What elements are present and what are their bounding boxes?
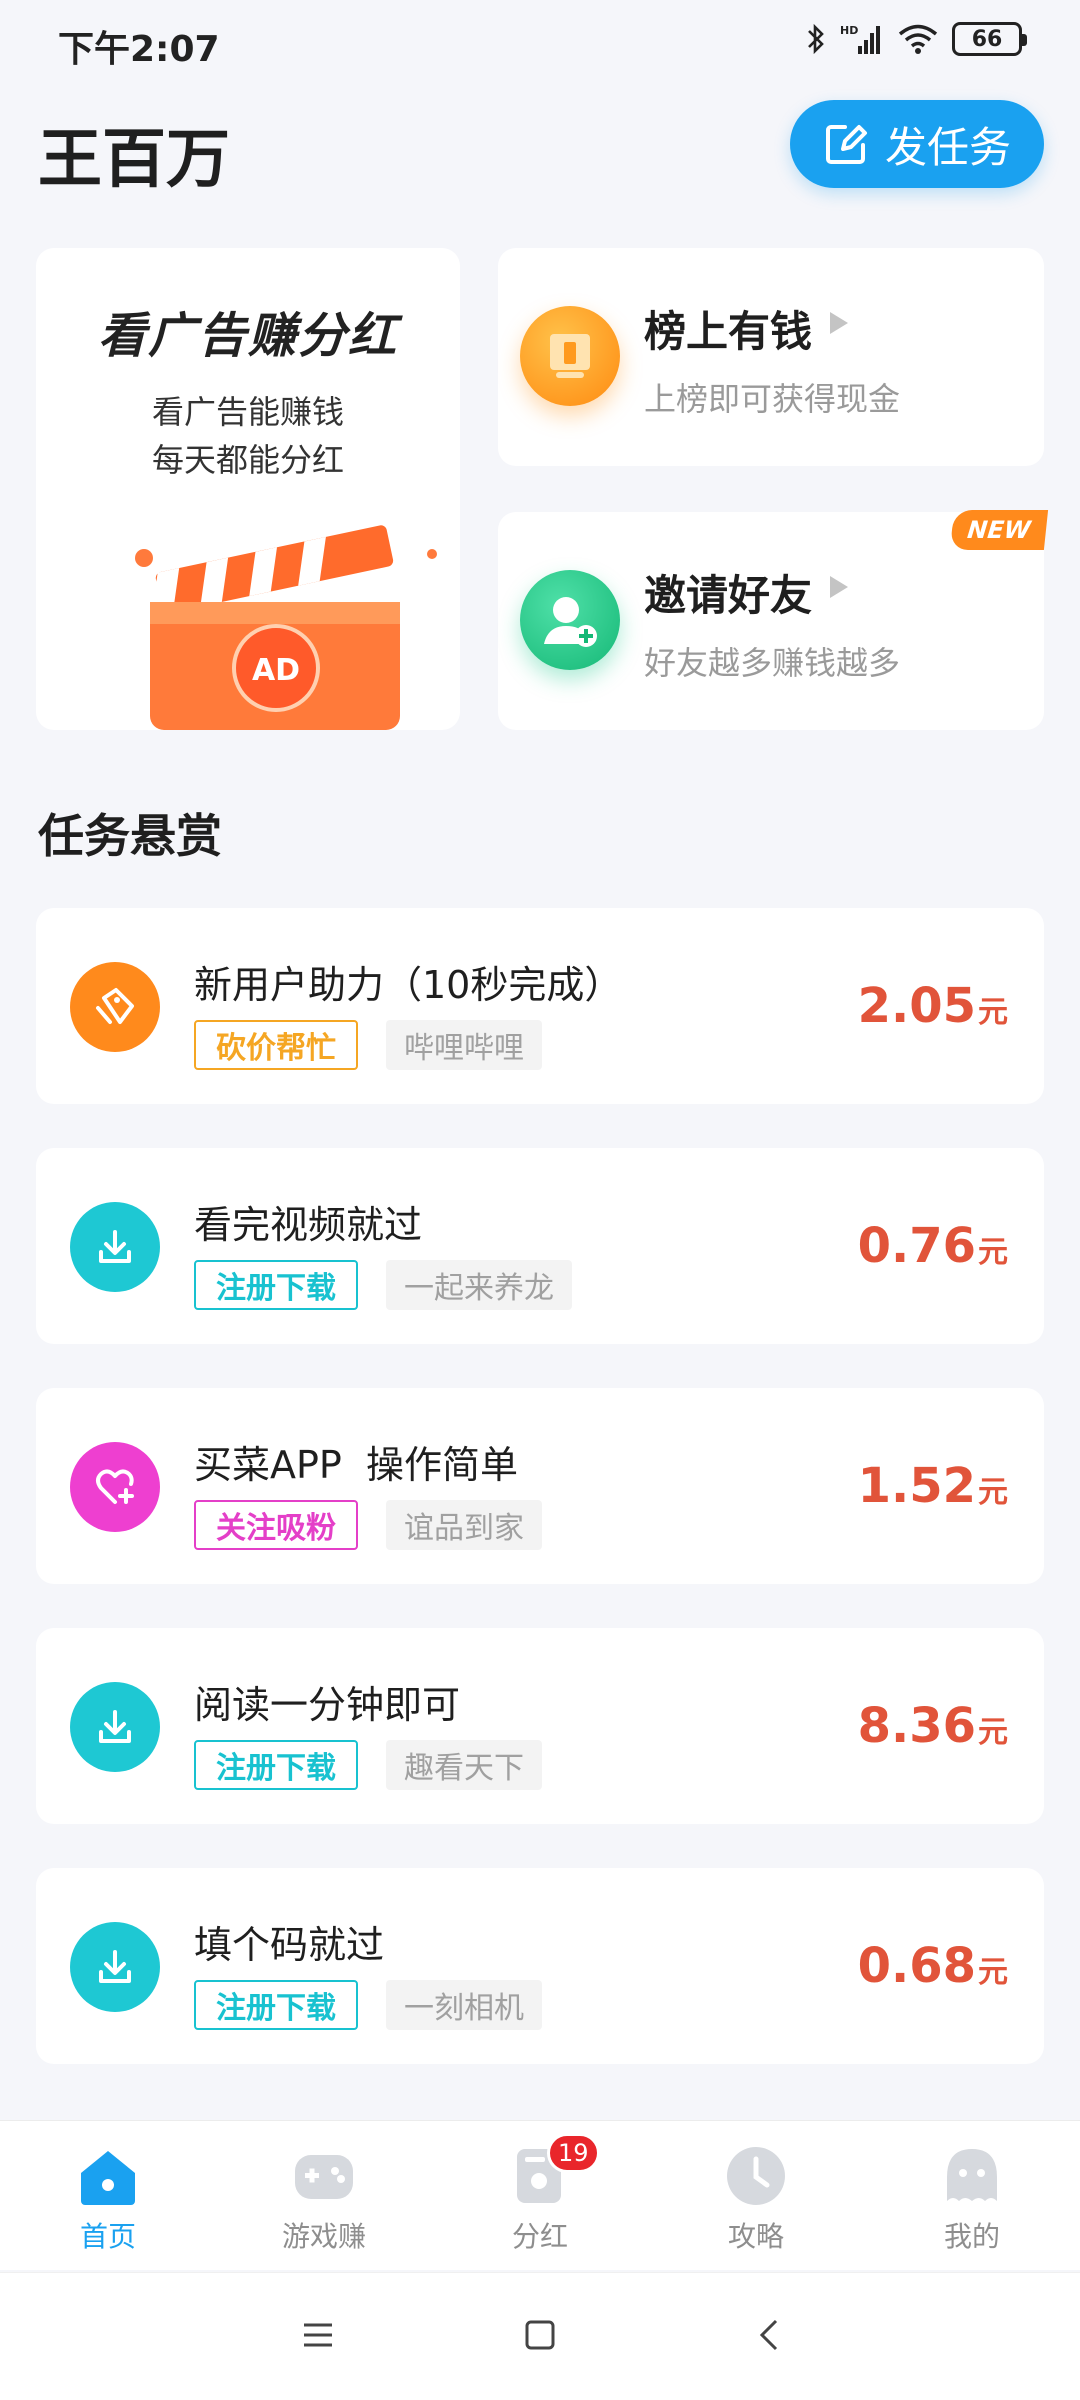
dividend-icon: 19 — [507, 2133, 600, 2209]
task-tag: 关注吸粉 — [194, 1500, 358, 1550]
download-icon — [70, 1682, 160, 1772]
ranking-card-description: 上榜即可获得现金 — [644, 380, 901, 418]
task-tag: 砍价帮忙 — [194, 1020, 358, 1070]
ranking-card[interactable]: 榜上有钱 上榜即可获得现金 — [498, 248, 1044, 466]
nav-label: 首页 — [79, 2220, 136, 2253]
post-task-label: 发任务 — [884, 122, 1011, 172]
battery-icon: 66 — [952, 22, 1027, 56]
task-card[interactable]: 看完视频就过 注册下载 一起来养龙 0.76元 — [36, 1148, 1044, 1344]
nav-label: 分红 — [511, 2220, 568, 2253]
svg-text:HD: HD — [840, 24, 858, 37]
trophy-icon — [520, 306, 620, 406]
task-price: 2.05元 — [858, 978, 1008, 1034]
task-tag: 注册下载 — [194, 1980, 358, 2030]
task-tag: 注册下载 — [194, 1740, 358, 1790]
home-icon — [75, 2143, 141, 2209]
task-card[interactable]: 填个码就过 注册下载 一刻相机 0.68元 — [36, 1868, 1044, 2064]
nav-label: 攻略 — [727, 2220, 784, 2253]
task-card[interactable]: 新用户助力（10秒完成） 砍价帮忙 哔哩哔哩 2.05元 — [36, 908, 1044, 1104]
status-icons: HD 66 — [806, 22, 1027, 56]
nav-item-home[interactable]: 首页 — [0, 2121, 216, 2270]
download-icon — [70, 1202, 160, 1292]
nav-item-profile[interactable]: 我的 — [864, 2121, 1080, 2270]
section-title: 任务悬赏 — [38, 809, 222, 863]
task-price-value: 1.52 — [857, 1458, 976, 1514]
nav-label: 游戏赚 — [281, 2220, 366, 2253]
edit-icon — [825, 125, 867, 164]
post-task-button[interactable]: 发任务 — [790, 100, 1044, 188]
task-price-unit: 元 — [978, 1715, 1008, 1750]
watch-ad-card[interactable]: 看广告赚分红 看广告能赚钱 每天都能分红 AD — [36, 248, 460, 730]
nav-item-guide[interactable]: 攻略 — [648, 2121, 864, 2270]
task-source: 一起来养龙 — [386, 1260, 572, 1310]
new-badge: NEW — [949, 510, 1049, 550]
task-card[interactable]: 买菜APP 操作简单 关注吸粉 谊品到家 1.52元 — [36, 1388, 1044, 1584]
gamepad-icon — [291, 2143, 357, 2209]
clapperboard-icon: AD — [135, 525, 437, 730]
page-title: 王百万 — [38, 123, 230, 197]
task-title: 看完视频就过 — [194, 1203, 423, 1247]
invite-card-description: 好友越多赚钱越多 — [644, 644, 901, 682]
ad-card-subtitle-line1: 看广告能赚钱 — [151, 393, 344, 431]
task-title: 买菜APP 操作简单 — [194, 1443, 518, 1487]
nav-item-dividend[interactable]: 19 分红 — [432, 2121, 648, 2270]
play-arrow-icon — [830, 312, 848, 334]
ad-card-subtitle: 看广告能赚钱 每天都能分红 — [36, 388, 460, 484]
invite-friends-card[interactable]: NEW 邀请好友 好友越多赚钱越多 — [498, 510, 1049, 730]
tag-icon — [70, 962, 160, 1052]
nav-item-game[interactable]: 游戏赚 — [216, 2121, 432, 2270]
status-bar: 下午2:07 HD 66 — [0, 0, 1080, 84]
task-source: 趣看天下 — [386, 1740, 542, 1790]
play-arrow-icon — [830, 576, 848, 598]
task-card[interactable]: 阅读一分钟即可 注册下载 趣看天下 8.36元 — [36, 1628, 1044, 1824]
bluetooth-icon — [808, 23, 824, 55]
task-source: 哔哩哔哩 — [386, 1020, 542, 1070]
back-icon[interactable] — [752, 2317, 788, 2353]
task-price-unit: 元 — [978, 1475, 1008, 1510]
nav-label: 我的 — [943, 2220, 1000, 2253]
task-price: 1.52元 — [858, 1458, 1008, 1514]
task-price: 0.76元 — [858, 1218, 1008, 1274]
task-price-unit: 元 — [978, 1955, 1008, 1990]
wifi-icon — [898, 24, 938, 54]
signal-icon: HD — [840, 24, 880, 54]
menu-icon[interactable] — [300, 2317, 336, 2353]
bottom-nav: 首页 游戏赚 19 分红 攻略 我的 — [0, 2120, 1080, 2270]
add-user-icon — [520, 570, 620, 670]
task-price-value: 8.36 — [857, 1698, 976, 1754]
system-nav-bar — [0, 2272, 1080, 2400]
task-source: 谊品到家 — [386, 1500, 542, 1550]
download-icon — [70, 1922, 160, 2012]
task-price: 0.68元 — [858, 1938, 1008, 1994]
heart-plus-icon — [70, 1442, 160, 1532]
task-price-value: 0.76 — [857, 1218, 976, 1274]
home-square-icon[interactable] — [522, 2317, 558, 2353]
task-price-unit: 元 — [978, 1235, 1008, 1270]
task-title: 新用户助力（10秒完成） — [194, 963, 623, 1007]
ad-illustration-text: AD — [252, 653, 300, 688]
task-price-value: 0.68 — [857, 1938, 976, 1994]
ranking-card-title: 榜上有钱 — [644, 307, 813, 356]
task-price: 8.36元 — [858, 1698, 1008, 1754]
status-time: 下午2:07 — [58, 29, 220, 70]
notification-badge: 19 — [547, 2133, 600, 2173]
clock-icon — [723, 2143, 789, 2209]
task-source: 一刻相机 — [386, 1980, 542, 2030]
task-title: 阅读一分钟即可 — [194, 1683, 461, 1727]
battery-level: 66 — [971, 26, 1003, 52]
invite-card-title: 邀请好友 — [644, 571, 813, 620]
task-tag: 注册下载 — [194, 1260, 358, 1310]
ad-card-subtitle-line2: 每天都能分红 — [151, 441, 344, 479]
ad-card-title: 看广告赚分红 — [97, 308, 398, 364]
profile-icon — [939, 2143, 1005, 2209]
task-title: 填个码就过 — [194, 1923, 385, 1967]
task-price-unit: 元 — [978, 995, 1008, 1030]
task-price-value: 2.05 — [857, 978, 976, 1034]
